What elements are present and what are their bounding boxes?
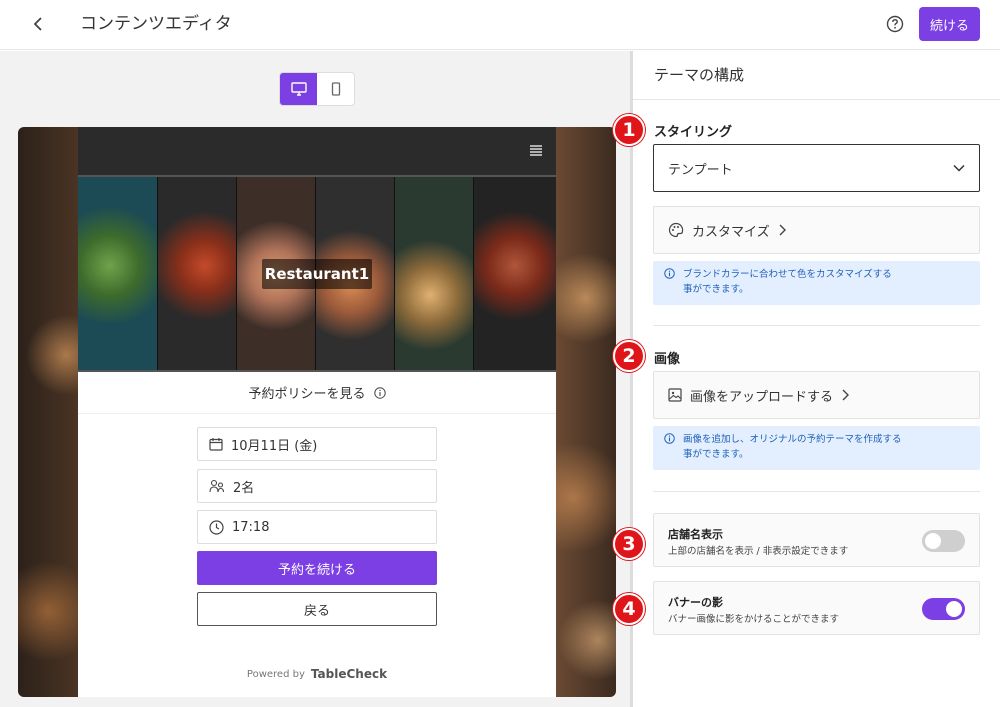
toggle-knob (925, 533, 941, 549)
info-text-line: ブランドカラーに合わせて色をカスタマイズする (683, 269, 892, 280)
banner-image: Restaurant1 (78, 175, 556, 372)
banner-shadow-toggle[interactable] (922, 598, 965, 620)
callout-marker-1: 1 (613, 114, 645, 146)
store-name-title: 店舗名表示 (668, 528, 723, 541)
banner-shadow-description: バナー画像に影をかけることができます (668, 614, 840, 625)
chevron-right-icon (779, 224, 786, 236)
upload-image-label: 画像をアップロードする (690, 389, 834, 405)
chevron-down-icon (953, 164, 965, 172)
styling-heading: スタイリング (654, 125, 733, 140)
time-value: 17:18 (232, 519, 270, 535)
desktop-view-button[interactable] (280, 73, 317, 105)
chevron-left-icon (33, 17, 42, 31)
store-name-toggle[interactable] (922, 530, 965, 552)
people-icon (209, 479, 225, 493)
card-topbar (78, 127, 556, 175)
info-icon (664, 433, 675, 444)
info-text-line: 事ができます。 (683, 449, 749, 460)
powered-by-label: Powered by (246, 668, 305, 680)
store-name-description: 上部の店舗名を表示 / 非表示設定できます (668, 546, 849, 557)
divider (633, 99, 1000, 100)
date-value: 10月11日 (金) (231, 438, 318, 454)
party-size-field[interactable]: 2名 (197, 469, 437, 503)
hamburger-menu-icon[interactable] (530, 144, 542, 156)
date-field[interactable]: 10月11日 (金) (197, 427, 437, 461)
calendar-icon (209, 438, 223, 451)
customize-button[interactable]: カスタマイズ (653, 206, 980, 254)
policy-link-label: 予約ポリシーを見る (248, 387, 366, 402)
template-select[interactable]: テンプート (653, 144, 980, 192)
store-name-setting: 店舗名表示 上部の店舗名を表示 / 非表示設定できます (653, 513, 980, 567)
divider (653, 325, 980, 326)
template-select-value: テンプート (668, 162, 733, 178)
info-text-line: 画像を追加し、オリジナルの予約テーマを作成する (683, 434, 902, 445)
tablecheck-logo: TableCheck (310, 667, 388, 681)
policy-link[interactable]: 予約ポリシーを見る (78, 372, 556, 414)
toggle-knob (946, 601, 962, 617)
info-icon (373, 386, 386, 399)
divider (653, 491, 980, 492)
image-heading: 画像 (654, 352, 681, 367)
food-image-strip (158, 177, 237, 370)
booking-preview: Restaurant1 予約ポリシーを見る 10月11日 (金) 2名 17:1… (18, 127, 616, 697)
palette-icon (668, 222, 684, 238)
food-image-strip (78, 177, 158, 370)
food-image-strip (474, 177, 556, 370)
info-text-line: 事ができます。 (683, 284, 749, 295)
device-toggle (279, 72, 355, 106)
mobile-view-button[interactable] (317, 73, 354, 105)
food-image-strip (395, 177, 474, 370)
party-size-value: 2名 (233, 480, 255, 496)
app-header: コンテンツエディタ 続ける (0, 0, 1000, 50)
settings-panel: テーマの構成 スタイリング テンプート カスタマイズ ブランドカラーに合わせて色… (633, 51, 1000, 707)
panel-title: テーマの構成 (654, 66, 745, 84)
page-title: コンテンツエディタ (80, 14, 232, 34)
help-button[interactable] (884, 13, 906, 35)
desktop-icon (290, 82, 307, 96)
continue-button[interactable]: 続ける (919, 7, 980, 41)
upload-image-button[interactable]: 画像をアップロードする (653, 371, 980, 419)
image-info: 画像を追加し、オリジナルの予約テーマを作成する 事ができます。 (653, 426, 980, 470)
mobile-icon (331, 82, 340, 96)
continue-booking-button[interactable]: 予約を続ける (197, 551, 437, 585)
powered-by: Powered by TableCheck (78, 667, 556, 681)
callout-marker-3: 3 (613, 528, 645, 560)
help-icon (886, 15, 904, 33)
image-icon (668, 388, 682, 402)
banner-shadow-setting: バナーの影 バナー画像に影をかけることができます (653, 581, 980, 635)
banner-shadow-title: バナーの影 (668, 596, 723, 609)
customize-label: カスタマイズ (692, 224, 770, 240)
info-icon (664, 268, 675, 279)
chevron-right-icon (842, 389, 850, 401)
back-booking-button[interactable]: 戻る (197, 592, 437, 626)
callout-marker-2: 2 (613, 340, 645, 372)
preview-pane: Restaurant1 予約ポリシーを見る 10月11日 (金) 2名 17:1… (0, 51, 630, 707)
time-field[interactable]: 17:18 (197, 510, 437, 544)
booking-card: Restaurant1 予約ポリシーを見る 10月11日 (金) 2名 17:1… (78, 127, 556, 697)
back-button[interactable] (26, 12, 50, 36)
callout-marker-4: 4 (613, 593, 645, 625)
styling-info: ブランドカラーに合わせて色をカスタマイズする 事ができます。 (653, 261, 980, 305)
clock-icon (209, 519, 224, 535)
restaurant-name: Restaurant1 (262, 259, 372, 289)
